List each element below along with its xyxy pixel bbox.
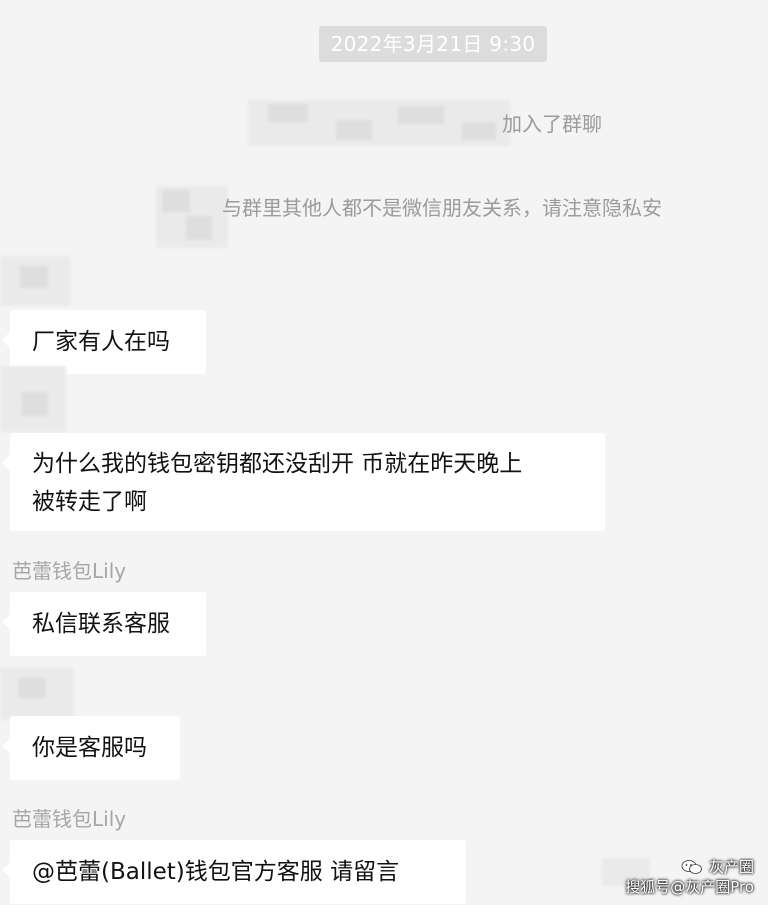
message-text: 你是客服吗 xyxy=(32,735,147,761)
watermark-source: 搜狐号@灰产圈Pro xyxy=(625,878,754,896)
message-bubble-3: 私信联系客服 xyxy=(2,592,206,656)
watermark-title: 灰产圈 xyxy=(708,858,754,876)
message-text-line-2: 被转走了啊 xyxy=(32,489,147,515)
message-bubble-5: @芭蕾(Ballet)钱包官方客服 请留言 xyxy=(2,840,466,904)
system-privacy-notice: 与群里其他人都不是微信朋友关系，请注意隐私安 xyxy=(222,196,662,220)
chat-timestamp: 2022年3月21日 9:30 xyxy=(319,26,547,62)
message-bubble-1: 厂家有人在吗 xyxy=(2,310,206,374)
message-text-line-1: 为什么我的钱包密钥都还没刮开 币就在昨天晚上 xyxy=(32,451,523,477)
watermark: 灰产圈 搜狐号@灰产圈Pro xyxy=(625,857,754,897)
blurred-member-name xyxy=(248,100,510,146)
blurred-member-name-2 xyxy=(156,186,228,248)
blurred-sender-name-3 xyxy=(0,668,74,720)
sender-name: 芭蕾钱包Lily xyxy=(12,559,127,583)
system-joined-text: 加入了群聊 xyxy=(502,112,602,136)
message-text: @芭蕾(Ballet)钱包官方客服 请留言 xyxy=(32,859,400,885)
blurred-sender-name-2 xyxy=(0,366,66,432)
message-bubble-4: 你是客服吗 xyxy=(2,716,180,780)
sender-name: 芭蕾钱包Lily xyxy=(12,807,127,831)
message-text: 私信联系客服 xyxy=(32,611,170,637)
wechat-official-account-icon xyxy=(681,859,703,875)
blurred-sender-name xyxy=(0,256,70,306)
message-bubble-2: 为什么我的钱包密钥都还没刮开 币就在昨天晚上 被转走了啊 xyxy=(2,433,605,531)
message-text: 厂家有人在吗 xyxy=(32,329,170,355)
